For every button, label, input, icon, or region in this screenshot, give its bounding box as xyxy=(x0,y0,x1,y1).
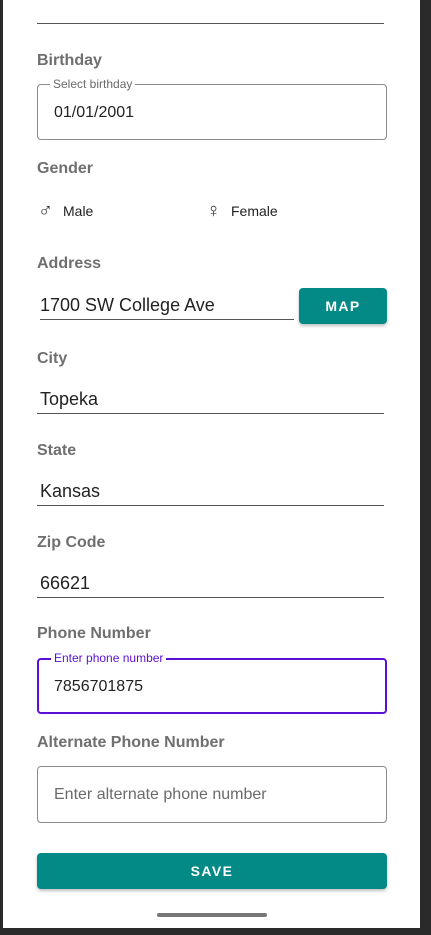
map-button[interactable]: MAP xyxy=(299,288,387,324)
navigation-handle[interactable] xyxy=(157,913,267,917)
gender-option-label: Female xyxy=(231,203,278,219)
phone-value: 7856701875 xyxy=(54,678,143,695)
female-icon: ♀ xyxy=(206,200,221,222)
alt-phone-placeholder: Enter alternate phone number xyxy=(54,786,267,803)
zip-underline xyxy=(37,597,384,598)
screen-edge-left xyxy=(0,0,3,935)
address-label: Address xyxy=(37,255,102,272)
gender-option-female[interactable]: ♀ Female xyxy=(206,201,278,221)
gender-option-label: Male xyxy=(63,203,94,219)
alt-phone-field[interactable]: Enter alternate phone number xyxy=(37,766,387,823)
address-underline xyxy=(40,319,294,320)
gender-option-male[interactable]: ♂ Male xyxy=(38,201,93,221)
birthday-label: Birthday xyxy=(37,52,102,69)
gender-label: Gender xyxy=(37,160,94,177)
state-underline xyxy=(37,505,384,506)
male-icon: ♂ xyxy=(38,200,53,222)
state-input[interactable]: Kansas xyxy=(40,481,100,502)
city-label: City xyxy=(37,350,68,367)
birthday-field[interactable]: Select birthday 01/01/2001 xyxy=(37,77,387,140)
zip-input[interactable]: 66621 xyxy=(40,573,90,594)
alt-phone-label: Alternate Phone Number xyxy=(37,734,225,751)
zip-label: Zip Code xyxy=(37,534,106,551)
previous-field-underline xyxy=(37,23,384,24)
phone-field[interactable]: Enter phone number 7856701875 xyxy=(37,651,387,714)
phone-float-label: Enter phone number xyxy=(51,651,167,665)
city-input[interactable]: Topeka xyxy=(40,389,98,410)
address-input[interactable]: 1700 SW College Ave xyxy=(40,295,215,316)
phone-label: Phone Number xyxy=(37,625,151,642)
birthday-value: 01/01/2001 xyxy=(54,104,135,121)
save-button[interactable]: SAVE xyxy=(37,853,387,889)
screen-edge-right xyxy=(420,0,431,935)
birthday-float-label: Select birthday xyxy=(50,77,136,91)
state-label: State xyxy=(37,442,77,459)
city-underline xyxy=(37,413,384,414)
screen-edge-bottom xyxy=(0,928,431,935)
